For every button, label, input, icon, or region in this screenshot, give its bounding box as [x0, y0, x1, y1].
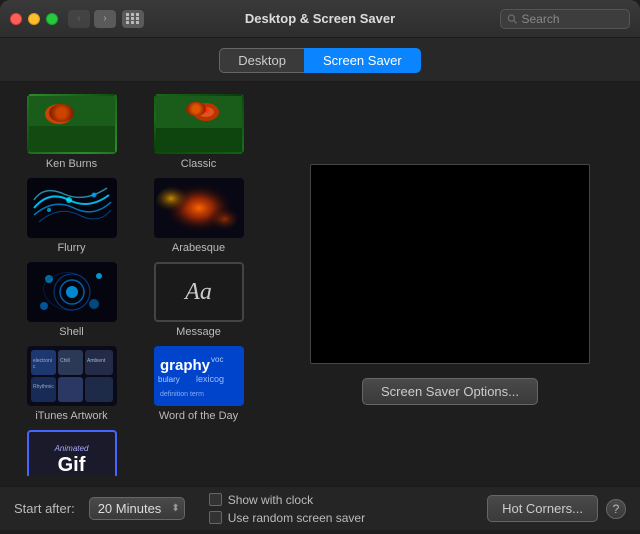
random-saver-checkbox[interactable]	[209, 511, 222, 524]
checkboxes: Show with clock Use random screen saver	[209, 493, 365, 525]
ss-thumb-message: Aa	[154, 262, 244, 322]
ss-label-wordofday: Word of the Day	[159, 410, 238, 422]
minimize-button[interactable]	[28, 13, 40, 25]
ss-item-arabesque[interactable]: Arabesque	[137, 176, 260, 256]
maximize-button[interactable]	[46, 13, 58, 25]
search-box[interactable]	[500, 9, 630, 29]
main-content: Ken Burns Classic	[0, 82, 640, 486]
ss-item-classic[interactable]: Classic	[137, 92, 260, 172]
help-button[interactable]: ?	[606, 499, 626, 519]
preview-area: Screen Saver Options...	[270, 92, 630, 476]
back-button[interactable]: ‹	[68, 10, 90, 28]
nav-buttons: ‹ ›	[68, 10, 116, 28]
show-clock-checkbox[interactable]	[209, 493, 222, 506]
window-title: Desktop & Screen Saver	[245, 11, 395, 26]
ss-thumb-shell	[27, 262, 117, 322]
tabbar: Desktop Screen Saver	[0, 38, 640, 82]
screensaver-list: Ken Burns Classic	[10, 92, 260, 476]
ss-label-itunes: iTunes Artwork	[35, 410, 107, 422]
ss-label-shell: Shell	[59, 326, 83, 338]
ss-item-kenburns[interactable]: Ken Burns	[10, 92, 133, 172]
svg-text:voc: voc	[211, 355, 223, 364]
random-saver-row[interactable]: Use random screen saver	[209, 511, 365, 525]
message-thumb-text: Aa	[185, 279, 212, 306]
ss-item-animatedgif[interactable]: Animated Gif AnimatedGif	[10, 428, 133, 476]
ss-thumb-flurry	[27, 178, 117, 238]
traffic-lights	[10, 13, 58, 25]
svg-text:Ambient: Ambient	[87, 358, 106, 364]
svg-text:Rhythmic: Rhythmic	[33, 384, 54, 390]
bottombar: Start after: 1 Minute 2 Minutes 5 Minute…	[0, 486, 640, 530]
close-button[interactable]	[10, 13, 22, 25]
animatedgif-animated-label: Animated	[55, 444, 89, 454]
screensaver-options-button[interactable]: Screen Saver Options...	[362, 378, 538, 405]
right-buttons: Hot Corners... ?	[487, 495, 626, 522]
ss-label-flurry: Flurry	[57, 242, 85, 254]
show-clock-row[interactable]: Show with clock	[209, 493, 365, 507]
random-saver-label: Use random screen saver	[228, 511, 365, 525]
animatedgif-gif-label: Gif	[58, 454, 86, 476]
ss-item-itunes[interactable]: electroni c Rhythmic Chill Ambient iTune…	[10, 344, 133, 424]
ss-thumb-kenburns	[27, 94, 117, 154]
search-icon	[507, 13, 518, 25]
preview-screen	[310, 164, 590, 364]
hot-corners-button[interactable]: Hot Corners...	[487, 495, 598, 522]
svg-text:graphy: graphy	[160, 357, 211, 374]
tab-screensaver[interactable]: Screen Saver	[304, 48, 421, 73]
start-after-select[interactable]: 1 Minute 2 Minutes 5 Minutes 10 Minutes …	[89, 497, 185, 520]
ss-thumb-wordofday: graphy voc bulary lexicog definition ter…	[154, 346, 244, 406]
ss-thumb-arabesque	[154, 178, 244, 238]
ss-label-classic: Classic	[181, 158, 216, 170]
grid-button[interactable]	[122, 10, 144, 28]
ss-item-flurry[interactable]: Flurry	[10, 176, 133, 256]
search-input[interactable]	[522, 12, 624, 26]
ss-label-message: Message	[176, 326, 221, 338]
svg-text:bulary: bulary	[158, 375, 180, 384]
ss-item-wordofday[interactable]: graphy voc bulary lexicog definition ter…	[137, 344, 260, 424]
ss-thumb-classic	[154, 94, 244, 154]
ss-thumb-animatedgif: Animated Gif	[27, 430, 117, 476]
tab-desktop[interactable]: Desktop	[219, 48, 304, 73]
ss-label-kenburns: Ken Burns	[46, 158, 97, 170]
ss-item-shell[interactable]: Shell	[10, 260, 133, 340]
svg-text:lexicog: lexicog	[196, 374, 224, 384]
start-after-select-wrapper[interactable]: 1 Minute 2 Minutes 5 Minutes 10 Minutes …	[89, 497, 185, 520]
ss-item-message[interactable]: Aa Message	[137, 260, 260, 340]
start-after-label: Start after:	[14, 501, 75, 516]
svg-text:electroni: electroni	[33, 358, 52, 364]
svg-text:definition term: definition term	[160, 391, 204, 398]
forward-button[interactable]: ›	[94, 10, 116, 28]
show-clock-label: Show with clock	[228, 493, 313, 507]
svg-text:Chill: Chill	[60, 358, 70, 364]
ss-label-arabesque: Arabesque	[172, 242, 225, 254]
ss-thumb-itunes: electroni c Rhythmic Chill Ambient	[27, 346, 117, 406]
titlebar: ‹ › Desktop & Screen Saver	[0, 0, 640, 38]
grid-icon	[126, 13, 140, 24]
tab-group: Desktop Screen Saver	[219, 48, 420, 73]
